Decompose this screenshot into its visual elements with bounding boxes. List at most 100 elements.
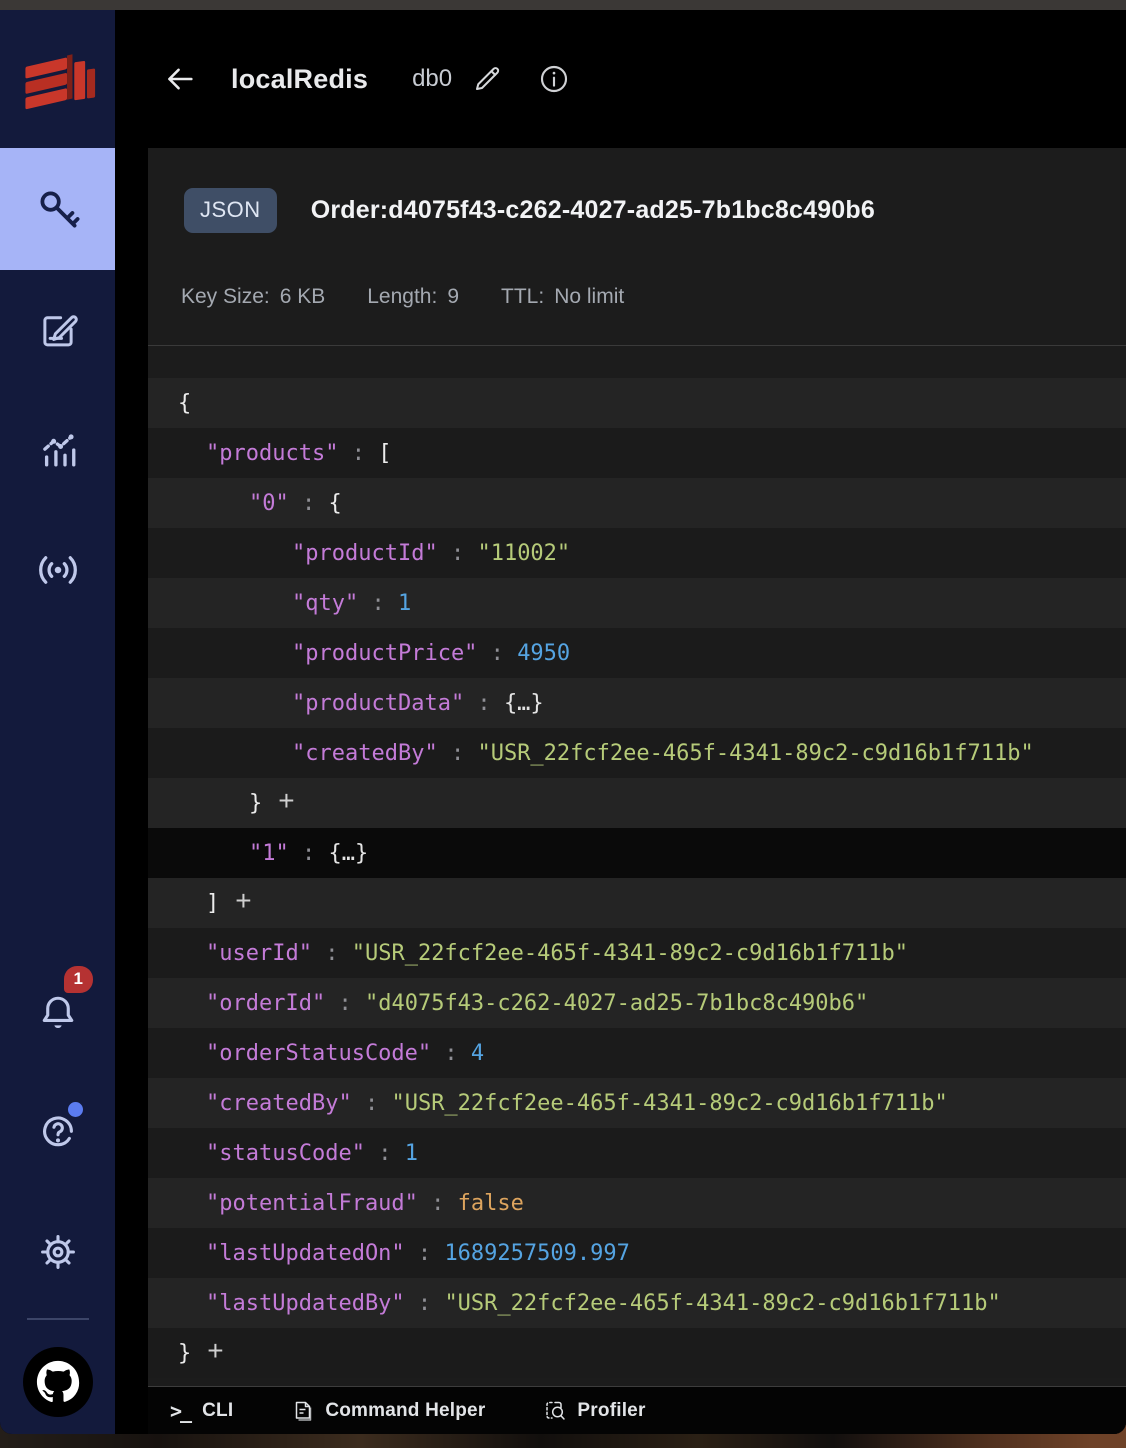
- json-key: "potentialFraud": [206, 1191, 418, 1216]
- json-row[interactable]: "1" : {…}: [148, 828, 1126, 878]
- key-ttl-value[interactable]: No limit: [554, 285, 624, 309]
- help-notification-dot: [68, 1102, 83, 1117]
- json-key: "orderStatusCode": [206, 1041, 431, 1066]
- add-item-button[interactable]: +: [235, 887, 251, 919]
- json-row[interactable]: }+: [148, 778, 1126, 828]
- edit-database-button[interactable]: [472, 64, 502, 94]
- database-name: localRedis: [231, 64, 368, 95]
- bottom-toolbar: >_ CLI Command Helper: [148, 1386, 1126, 1434]
- json-colon: :: [438, 541, 478, 566]
- json-colon: :: [405, 1241, 445, 1266]
- sidebar-item-settings[interactable]: [0, 1192, 115, 1312]
- key-meta-row: Key Size: 6 KB Length: 9 TTL: No limit: [181, 285, 1126, 309]
- json-key: "productPrice": [292, 641, 477, 666]
- json-row[interactable]: "productPrice" : 4950: [148, 628, 1126, 678]
- profiler-icon: [543, 1399, 567, 1423]
- key-length-value: 9: [447, 285, 459, 309]
- json-str: "USR_22fcf2ee-465f-4341-89c2-c9d16b1f711…: [444, 1291, 1000, 1316]
- cli-button[interactable]: >_ CLI: [170, 1399, 233, 1423]
- back-button[interactable]: [163, 62, 203, 96]
- json-row[interactable]: "createdBy" : "USR_22fcf2ee-465f-4341-89…: [148, 728, 1126, 778]
- json-colon: :: [365, 1141, 405, 1166]
- sidebar-item-pubsub[interactable]: [0, 510, 115, 630]
- database-header: localRedis db0: [115, 10, 1126, 148]
- json-rows: {"products" : ["0" : {"productId" : "110…: [148, 378, 1126, 1378]
- json-row[interactable]: "statusCode" : 1: [148, 1128, 1126, 1178]
- key-ttl-label: TTL:: [501, 285, 544, 309]
- json-row[interactable]: "lastUpdatedBy" : "USR_22fcf2ee-465f-434…: [148, 1278, 1126, 1328]
- json-punct: {: [329, 491, 342, 516]
- json-num: 1: [405, 1141, 418, 1166]
- json-colon: :: [352, 1091, 392, 1116]
- key-size-label: Key Size:: [181, 285, 270, 309]
- json-row[interactable]: "productId" : "11002": [148, 528, 1126, 578]
- json-num: 1: [398, 591, 411, 616]
- json-row[interactable]: "0" : {: [148, 478, 1126, 528]
- json-key: "lastUpdatedOn": [206, 1241, 405, 1266]
- panel-divider: [148, 345, 1126, 346]
- command-helper-button[interactable]: Command Helper: [291, 1399, 485, 1423]
- json-punct: [: [378, 441, 391, 466]
- database-info-button[interactable]: [538, 63, 570, 95]
- json-row[interactable]: }+: [148, 1328, 1126, 1378]
- json-colon: :: [464, 691, 504, 716]
- json-key: "productData": [292, 691, 464, 716]
- json-row[interactable]: ]+: [148, 878, 1126, 928]
- github-icon: [36, 1360, 80, 1404]
- json-row[interactable]: "qty" : 1: [148, 578, 1126, 628]
- sidebar-item-help[interactable]: [0, 1072, 115, 1192]
- json-row[interactable]: "userId" : "USR_22fcf2ee-465f-4341-89c2-…: [148, 928, 1126, 978]
- json-colon: :: [312, 941, 352, 966]
- key-type-badge: JSON: [184, 188, 277, 233]
- json-row[interactable]: "orderId" : "d4075f43-c262-4027-ad25-7b1…: [148, 978, 1126, 1028]
- json-row[interactable]: "potentialFraud" : false: [148, 1178, 1126, 1228]
- document-icon: [291, 1399, 315, 1423]
- json-punct: }: [178, 1341, 191, 1366]
- json-key: "orderId": [206, 991, 325, 1016]
- sidebar-item-github[interactable]: [23, 1330, 93, 1434]
- json-str: "d4075f43-c262-4027-ad25-7b1bc8c490b6": [365, 991, 868, 1016]
- json-colon: :: [358, 591, 398, 616]
- json-punct: }: [249, 791, 262, 816]
- json-colon: :: [418, 1191, 458, 1216]
- json-row[interactable]: "orderStatusCode" : 4: [148, 1028, 1126, 1078]
- sidebar: 1: [0, 10, 115, 1434]
- json-str: "11002": [477, 541, 570, 566]
- key-details-panel: JSON Order:d4075f43-c262-4027-ad25-7b1bc…: [148, 148, 1126, 1434]
- json-str: "USR_22fcf2ee-465f-4341-89c2-c9d16b1f711…: [477, 741, 1033, 766]
- json-row[interactable]: "lastUpdatedOn" : 1689257509.997: [148, 1228, 1126, 1278]
- sidebar-item-workbench[interactable]: [0, 270, 115, 390]
- json-colon: :: [477, 641, 517, 666]
- key-length-label: Length:: [367, 285, 437, 309]
- json-key: "statusCode": [206, 1141, 365, 1166]
- app-window: 1: [0, 0, 1126, 1434]
- json-colon: :: [438, 741, 478, 766]
- json-row[interactable]: "createdBy" : "USR_22fcf2ee-465f-4341-89…: [148, 1078, 1126, 1128]
- json-num: 4950: [517, 641, 570, 666]
- key-name: Order:d4075f43-c262-4027-ad25-7b1bc8c490…: [311, 196, 875, 225]
- json-key: "0": [249, 491, 289, 516]
- sidebar-item-analytics[interactable]: [0, 390, 115, 510]
- json-row[interactable]: "products" : [: [148, 428, 1126, 478]
- json-colon: :: [431, 1041, 471, 1066]
- add-item-button[interactable]: +: [207, 1337, 223, 1369]
- json-colon: :: [289, 491, 329, 516]
- sidebar-item-notifications[interactable]: 1: [0, 952, 115, 1072]
- add-item-button[interactable]: +: [278, 787, 294, 819]
- sidebar-divider: [27, 1318, 89, 1320]
- json-colon: :: [325, 991, 365, 1016]
- json-key: "productId": [292, 541, 438, 566]
- json-row[interactable]: {: [148, 378, 1126, 428]
- profiler-button[interactable]: Profiler: [543, 1399, 645, 1423]
- json-punct: {: [178, 391, 191, 416]
- json-num: 4: [471, 1041, 484, 1066]
- json-colon: :: [338, 441, 378, 466]
- json-colon: :: [405, 1291, 445, 1316]
- sidebar-item-browser[interactable]: [0, 148, 115, 270]
- terminal-prompt-icon: >_: [170, 1399, 190, 1423]
- json-bool: false: [458, 1191, 524, 1216]
- json-str: "USR_22fcf2ee-465f-4341-89c2-c9d16b1f711…: [352, 941, 908, 966]
- json-key: "createdBy": [206, 1091, 352, 1116]
- database-index: db0: [412, 65, 452, 93]
- json-row[interactable]: "productData" : {…}: [148, 678, 1126, 728]
